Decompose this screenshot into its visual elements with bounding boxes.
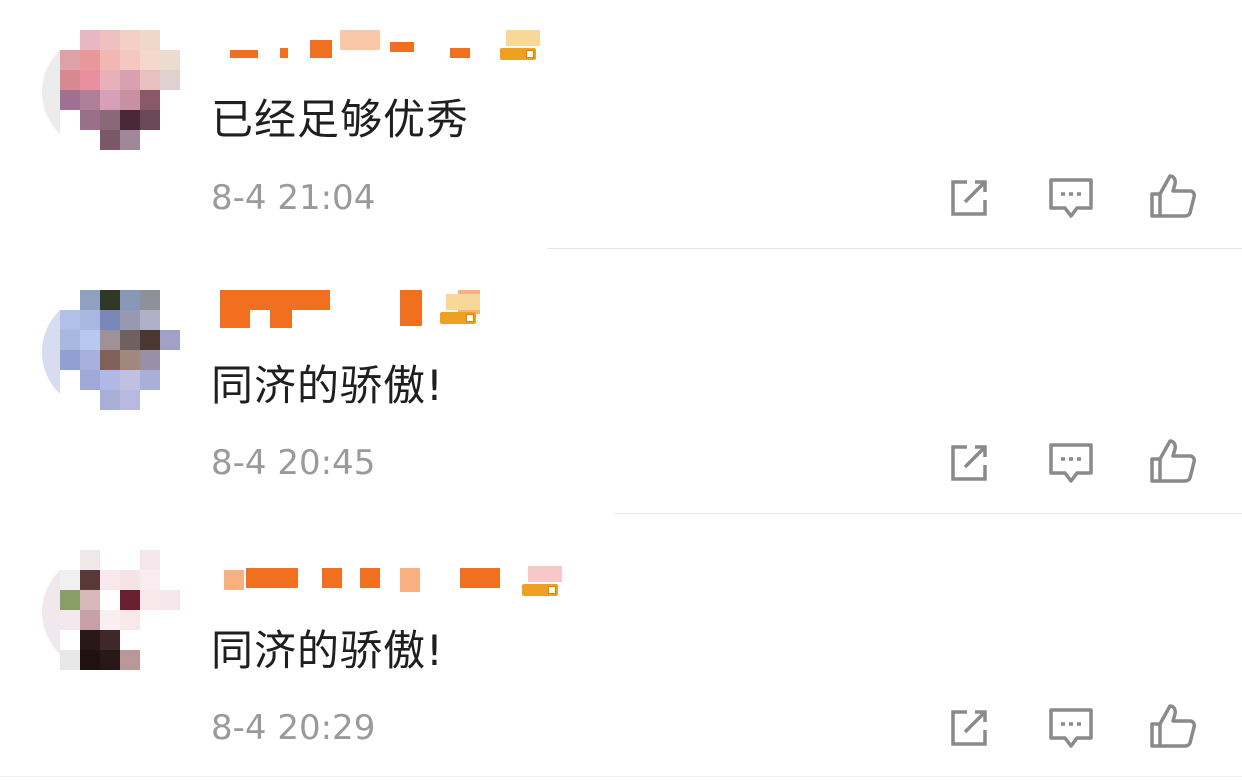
comment-text: 同济的骄傲! [211, 361, 444, 410]
comment-item: 同济的骄傲! 8-4 20:29 [0, 0, 1242, 777]
vip-badge-icon [522, 566, 562, 600]
vip-badge-icon [440, 294, 480, 328]
share-icon[interactable] [945, 439, 993, 487]
share-icon[interactable] [945, 704, 993, 752]
comment-text: 同济的骄傲! [211, 626, 444, 675]
avatar[interactable] [42, 550, 182, 674]
divider [0, 776, 1242, 777]
comment-time: 8-4 20:45 [211, 443, 376, 483]
reply-icon[interactable] [1047, 704, 1095, 752]
like-icon[interactable] [1148, 437, 1196, 485]
like-icon[interactable] [1148, 702, 1196, 750]
username-redacted[interactable] [210, 566, 510, 602]
divider [615, 513, 1242, 514]
comment-time: 8-4 20:29 [211, 708, 376, 748]
avatar[interactable] [42, 290, 182, 414]
reply-icon[interactable] [1047, 439, 1095, 487]
